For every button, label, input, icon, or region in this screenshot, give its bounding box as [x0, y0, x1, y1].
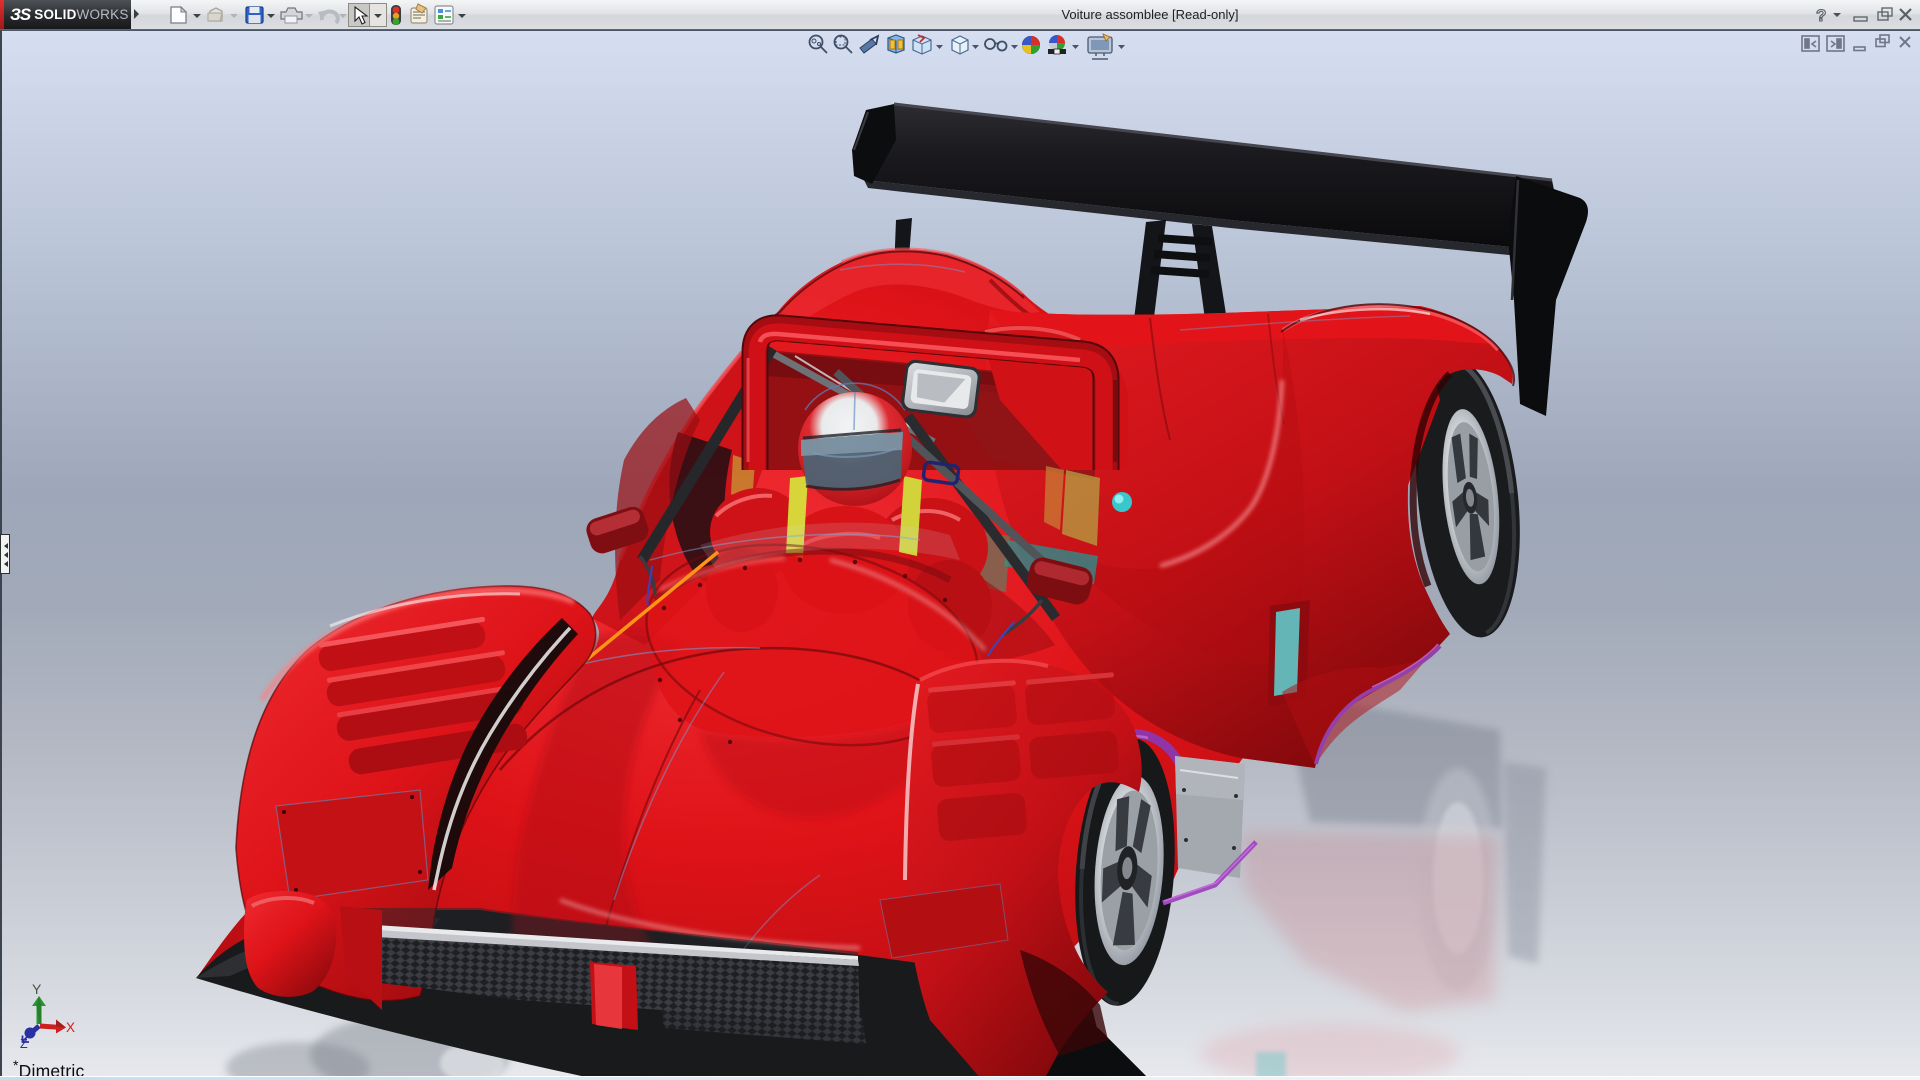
svg-text:Z: Z [20, 1037, 28, 1051]
svg-text:?: ? [1816, 6, 1826, 25]
svg-text:X: X [66, 1020, 75, 1035]
svg-text:Y: Y [32, 981, 42, 997]
